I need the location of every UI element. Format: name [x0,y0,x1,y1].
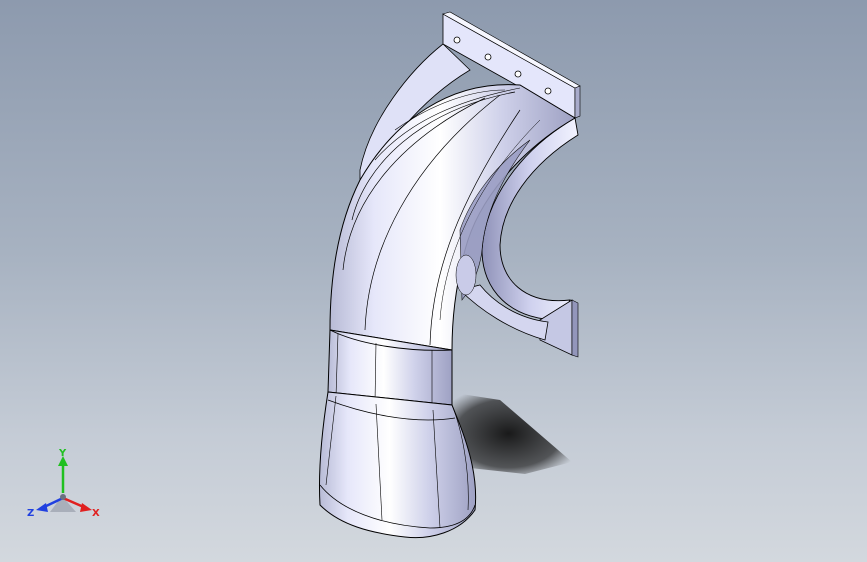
graphics-viewport[interactable]: Y X Z [0,0,867,562]
duct-outlet[interactable] [318,391,477,539]
z-axis-label: Z [27,508,34,519]
flange-hole [453,36,461,44]
y-axis-arrow [58,456,68,493]
coordinate-triad[interactable]: Y X Z [22,448,107,523]
flange-hole [514,70,522,78]
flange-hole [544,87,552,95]
flange-hole [484,53,492,61]
x-axis-label: X [92,508,100,519]
triad-origin [60,494,66,500]
y-axis-label: Y [58,448,67,459]
3d-model-view[interactable] [0,0,867,562]
